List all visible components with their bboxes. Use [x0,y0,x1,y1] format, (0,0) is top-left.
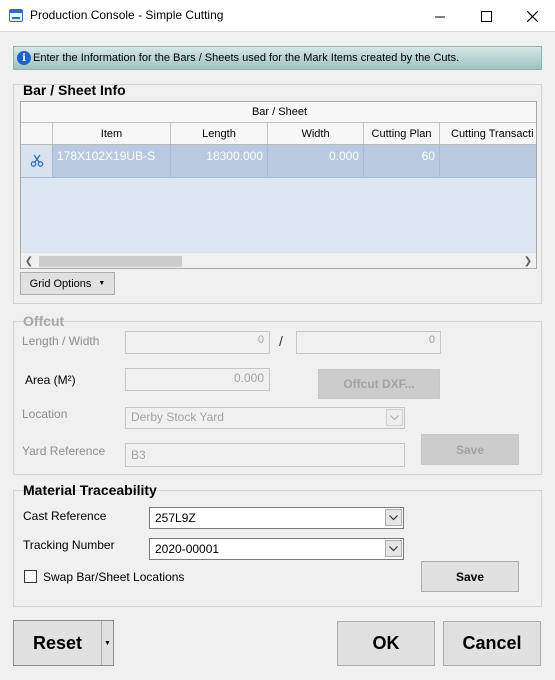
traceability-save-button[interactable]: Save [421,561,519,592]
chevron-down-icon [390,414,399,420]
length-width-separator: / [279,333,283,349]
offcut-area-field[interactable]: 0.000 [125,368,270,391]
offcut-length-field[interactable]: 0 [125,331,270,354]
horizontal-scrollbar[interactable]: ❮ ❯ [21,252,536,268]
tracking-number-label: Tracking Number [23,538,115,552]
reset-dropdown-arrow-icon[interactable]: ▼ [102,621,113,665]
cast-reference-dropdown-arrow[interactable] [385,509,402,526]
row-indicator[interactable] [21,145,53,178]
bar-sheet-grid[interactable]: Bar / Sheet Item Length Width Cutting Pl… [20,101,537,269]
location-value: Derby Stock Yard [131,410,224,424]
cell-length[interactable]: 18300.000 [171,145,268,178]
chevron-down-icon [389,514,398,520]
maximize-icon [480,10,492,22]
reset-split-button[interactable]: Reset ▼ [13,620,114,666]
ok-button[interactable]: OK [337,621,435,666]
close-button[interactable] [509,0,555,32]
cast-reference-label: Cast Reference [23,509,107,523]
bar-sheet-info-title: Bar / Sheet Info [23,82,126,98]
cell-cutting-transaction[interactable] [440,145,536,178]
tracking-number-value: 2020-00001 [155,542,220,556]
cut-icon [30,154,43,167]
tracking-number-dropdown[interactable]: 2020-00001 [149,538,404,560]
cell-width[interactable]: 0.000 [268,145,364,178]
offcut-title: Offcut [23,313,65,329]
cancel-button[interactable]: Cancel [443,621,541,666]
dropdown-arrow-icon: ▼ [98,280,106,287]
close-icon [526,10,538,22]
cast-reference-dropdown[interactable]: 257L9Z [149,507,404,529]
yard-reference-field[interactable]: B3 [125,443,405,467]
info-icon: i [17,51,31,65]
cell-item[interactable]: 178X102X19UB-S [53,145,171,178]
swap-locations-label[interactable]: Swap Bar/Sheet Locations [43,570,184,584]
grid-band-header: Bar / Sheet [21,102,536,123]
column-header-item[interactable]: Item [53,123,171,145]
cell-cutting-plan[interactable]: 60 [364,145,440,178]
location-dropdown-arrow[interactable] [386,409,403,426]
app-icon [9,9,23,22]
title-bar[interactable]: Production Console - Simple Cutting [0,0,555,32]
yard-reference-label: Yard Reference [22,444,106,458]
location-dropdown[interactable]: Derby Stock Yard [125,407,405,429]
info-banner-text: Enter the Information for the Bars / She… [33,52,460,64]
scroll-right-icon[interactable]: ❯ [521,255,535,268]
offcut-width-field[interactable]: 0 [296,331,441,354]
window-title: Production Console - Simple Cutting [30,8,224,22]
minimize-icon [434,16,445,17]
grid-options-button[interactable]: Grid Options ▼ [20,272,115,295]
column-header-cutting-transaction[interactable]: Cutting Transacti [440,123,536,145]
column-header-length[interactable]: Length [171,123,268,145]
offcut-save-button[interactable]: Save [421,434,519,465]
minimize-button[interactable] [417,0,463,32]
cast-reference-value: 257L9Z [155,511,196,525]
length-width-label: Length / Width [22,334,100,348]
scroll-left-icon[interactable]: ❮ [22,255,36,268]
reset-button[interactable]: Reset [14,621,102,665]
column-header-width[interactable]: Width [268,123,364,145]
column-header-cutting-plan[interactable]: Cutting Plan [364,123,440,145]
tracking-number-dropdown-arrow[interactable] [385,540,402,557]
area-label: Area (M²) [25,373,76,387]
material-traceability-title: Material Traceability [23,482,157,498]
swap-locations-checkbox[interactable] [24,570,37,583]
row-indicator-header [21,123,53,145]
chevron-down-icon [389,545,398,551]
maximize-button[interactable] [463,0,509,32]
location-label: Location [22,407,68,421]
info-banner: i Enter the Information for the Bars / S… [13,46,542,70]
offcut-dxf-button[interactable]: Offcut DXF... [318,369,440,399]
grid-options-label: Grid Options [29,277,92,290]
scrollbar-thumb[interactable] [39,256,182,267]
